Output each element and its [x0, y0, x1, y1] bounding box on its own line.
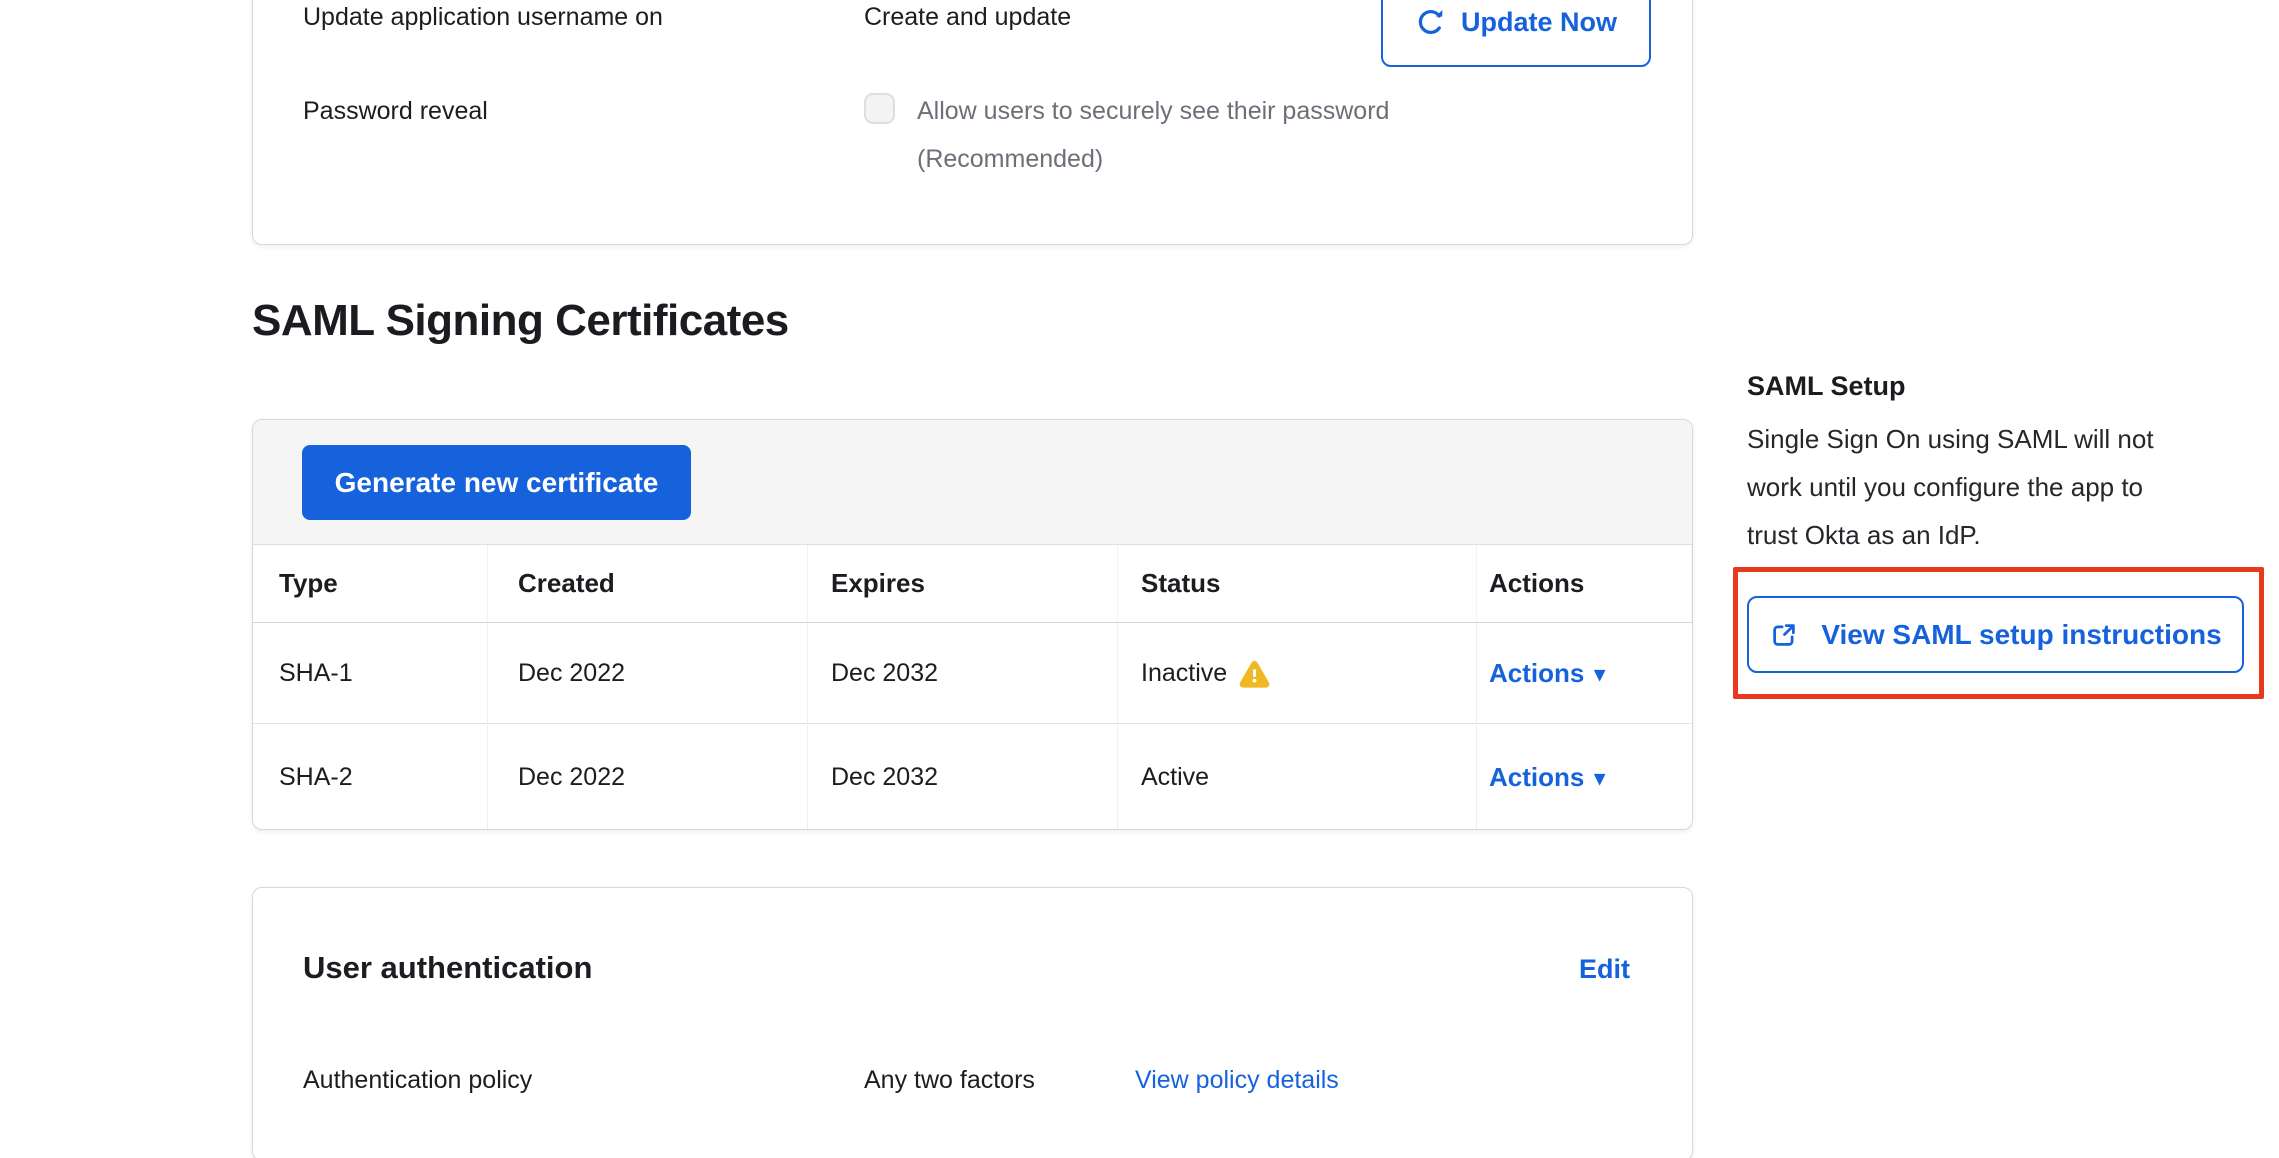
cell-actions: Actions ▾ — [1477, 624, 1692, 723]
external-link-icon — [1769, 620, 1799, 650]
password-reveal-option-line2: (Recommended) — [917, 145, 1103, 174]
actions-label: Actions — [1489, 762, 1584, 793]
password-reveal-label: Password reveal — [303, 97, 488, 126]
column-header-expires: Expires — [808, 545, 1118, 622]
view-saml-setup-instructions-button[interactable]: View SAML setup instructions — [1747, 596, 2244, 673]
user-authentication-card: User authentication Edit Authentication … — [252, 887, 1693, 1158]
cell-status: Inactive — [1118, 624, 1477, 723]
saml-setup-description-line: Single Sign On using SAML will not — [1747, 424, 2279, 455]
chevron-down-icon: ▾ — [1594, 662, 1605, 687]
page: Update application username on Create an… — [0, 0, 2279, 1158]
saml-signing-certificates-heading: SAML Signing Certificates — [252, 296, 789, 346]
actions-dropdown[interactable]: Actions ▾ — [1489, 658, 1605, 689]
authentication-policy-value: Any two factors — [864, 1066, 1035, 1095]
cell-expires: Dec 2032 — [808, 624, 1118, 723]
username-update-value: Create and update — [864, 3, 1071, 32]
provisioning-card: Update application username on Create an… — [252, 0, 1693, 245]
actions-label: Actions — [1489, 658, 1584, 689]
status-text: Inactive — [1141, 659, 1227, 688]
column-header-actions: Actions — [1477, 545, 1692, 622]
certificates-card-toolbar: Generate new certificate — [253, 420, 1692, 545]
update-now-label: Update Now — [1461, 7, 1617, 38]
username-update-label: Update application username on — [303, 3, 663, 32]
cell-type: SHA-2 — [253, 725, 488, 829]
status-text: Active — [1141, 763, 1209, 792]
saml-setup-description-line: trust Okta as an IdP. — [1747, 520, 2279, 551]
authentication-policy-label: Authentication policy — [303, 1066, 532, 1095]
chevron-down-icon: ▾ — [1594, 766, 1605, 791]
cell-type: SHA-1 — [253, 624, 488, 723]
password-reveal-checkbox[interactable] — [864, 93, 895, 124]
table-row-sha1: SHA-1 Dec 2022 Dec 2032 Inactive Actions… — [253, 624, 1692, 724]
certificates-table-header: Type Created Expires Status Actions — [253, 545, 1692, 623]
generate-new-certificate-button[interactable]: Generate new certificate — [302, 445, 691, 520]
saml-setup-heading: SAML Setup — [1747, 371, 1906, 402]
cell-created: Dec 2022 — [488, 725, 808, 829]
cell-created: Dec 2022 — [488, 624, 808, 723]
column-header-status: Status — [1118, 545, 1477, 622]
cell-actions: Actions ▾ — [1477, 725, 1692, 829]
table-row-sha2: SHA-2 Dec 2022 Dec 2032 Active Actions ▾ — [253, 725, 1692, 829]
certificates-card: Generate new certificate Type Created Ex… — [252, 419, 1693, 830]
cell-status: Active — [1118, 725, 1477, 829]
edit-link[interactable]: Edit — [1579, 954, 1630, 985]
password-reveal-option-line1: Allow users to securely see their passwo… — [917, 97, 1389, 126]
saml-setup-description-line: work until you configure the app to — [1747, 472, 2279, 503]
column-header-type: Type — [253, 545, 488, 622]
update-now-button[interactable]: Update Now — [1381, 0, 1651, 67]
column-header-created: Created — [488, 545, 808, 622]
refresh-icon — [1415, 7, 1445, 37]
user-authentication-heading: User authentication — [303, 950, 592, 986]
warning-icon — [1239, 660, 1270, 688]
cell-expires: Dec 2032 — [808, 725, 1118, 829]
view-saml-setup-instructions-label: View SAML setup instructions — [1821, 619, 2221, 651]
view-policy-details-link[interactable]: View policy details — [1135, 1066, 1339, 1095]
actions-dropdown[interactable]: Actions ▾ — [1489, 762, 1605, 793]
